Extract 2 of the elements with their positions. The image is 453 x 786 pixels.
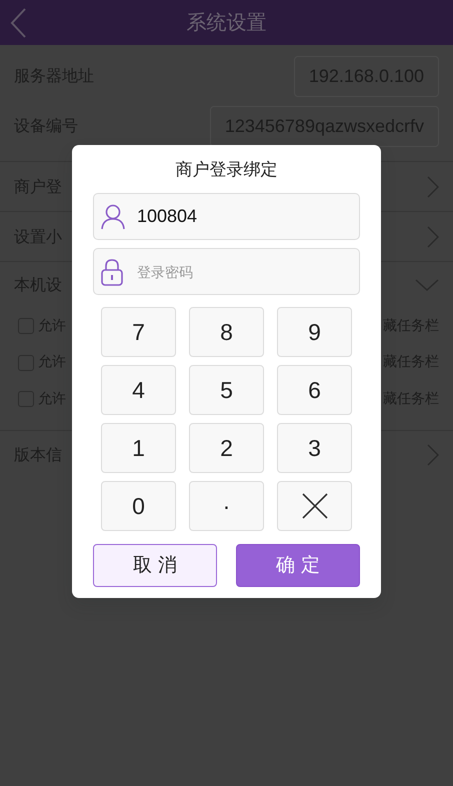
page-title: 系统设置	[186, 10, 266, 34]
dialog-title: 商户登录绑定	[174, 159, 278, 182]
